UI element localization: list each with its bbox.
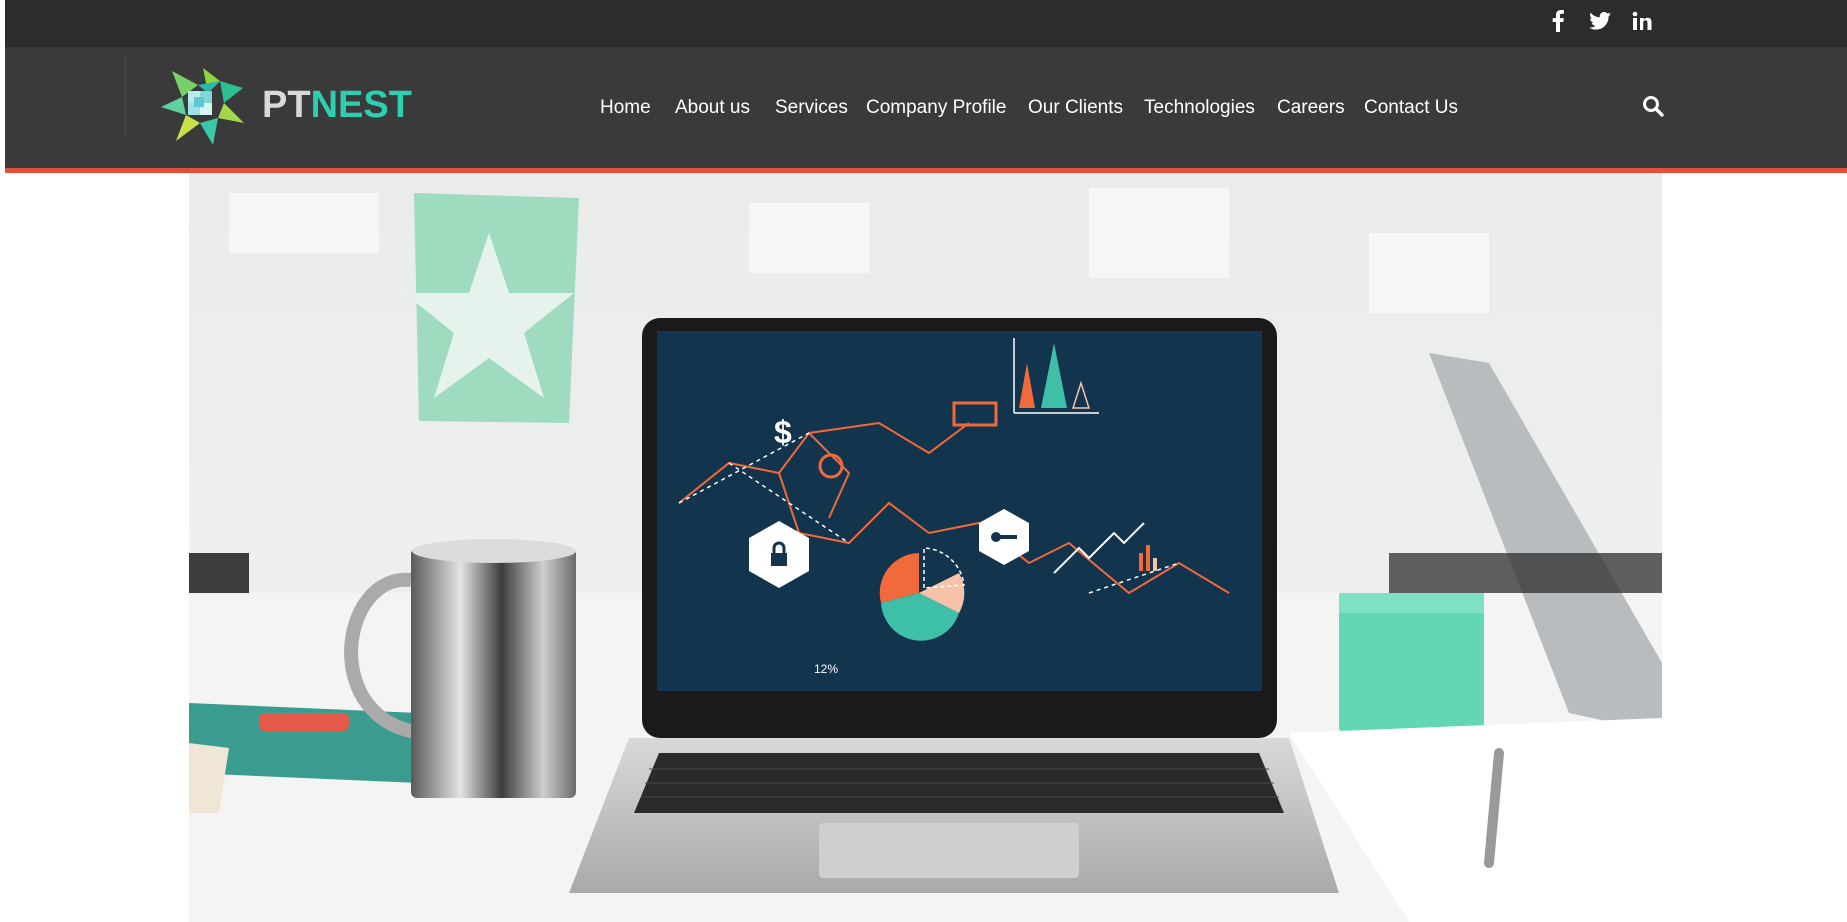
page: PTNEST Home About us Services Company Pr…: [5, 0, 1847, 922]
nav-about-us[interactable]: About us: [675, 97, 750, 119]
svg-text:$: $: [774, 414, 792, 450]
nav-our-clients[interactable]: Our Clients: [1028, 97, 1123, 119]
nav-home[interactable]: Home: [600, 97, 651, 119]
top-bar: [5, 0, 1847, 48]
twitter-icon[interactable]: [1587, 8, 1613, 34]
hero-screen-label: 12%: [814, 662, 838, 676]
nav-company-profile[interactable]: Company Profile: [866, 97, 1006, 119]
facebook-icon[interactable]: [1545, 8, 1571, 34]
nav-careers[interactable]: Careers: [1277, 97, 1345, 119]
nav-contact-us[interactable]: Contact Us: [1364, 97, 1458, 119]
hero-illustration: $ 12%: [189, 173, 1662, 922]
nav-services[interactable]: Services: [775, 97, 848, 119]
hero-image: $ 12%: [189, 173, 1662, 922]
linkedin-icon[interactable]: [1629, 8, 1655, 34]
main-nav: Home About us Services Company Profile O…: [5, 47, 1847, 168]
nav-technologies[interactable]: Technologies: [1144, 97, 1255, 119]
search-icon[interactable]: [1642, 95, 1666, 119]
